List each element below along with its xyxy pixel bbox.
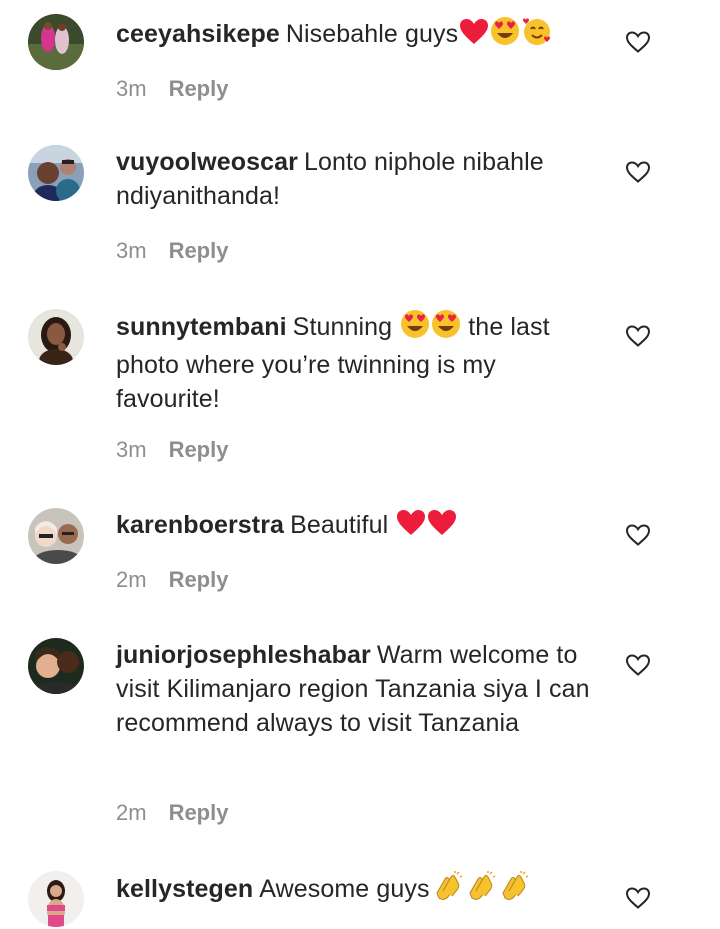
heart-eyes-emoji-icon [490,16,520,55]
comment-text: juniorjosephleshabar Warm welcome to visi… [116,638,606,740]
avatar[interactable] [28,871,84,927]
comment-username[interactable]: karenboerstra [116,511,284,539]
reply-button[interactable]: Reply [169,238,229,263]
like-heart-icon[interactable] [625,653,651,677]
heart-eyes-emoji-icon [400,309,430,348]
comment-meta: 2m Reply [116,563,228,597]
comment-meta: 3m Reply [116,433,228,467]
comment-body: Beautiful [290,511,389,539]
reply-button[interactable]: Reply [169,800,229,825]
like-heart-icon[interactable] [625,523,651,547]
comment-meta: 2m Reply [116,796,228,830]
smiling-face-with-hearts-icon [521,16,551,55]
comment-text: sunnytembani Stunning the last photo wher… [116,309,606,416]
heart-emoji-icon [427,509,457,546]
like-heart-icon[interactable] [625,160,651,184]
reply-button[interactable]: Reply [169,76,229,101]
comment-username[interactable]: vuyoolweoscar [116,148,298,176]
like-heart-icon[interactable] [625,886,651,910]
comment-timestamp: 3m [116,76,147,101]
like-heart-icon[interactable] [625,30,651,54]
like-heart-icon[interactable] [625,324,651,348]
comment-text: ceeyahsikepe Nisebahle guys [116,16,606,55]
clapping-hands-emoji-icon [464,871,496,910]
comment-body-start: Stunning [292,313,393,341]
comment-timestamp: 3m [116,437,147,462]
heart-emoji-icon [396,509,426,546]
comment-meta: 3m Reply [116,72,228,106]
avatar[interactable] [28,14,84,70]
clapping-hands-emoji-icon [431,871,463,910]
comment-timestamp: 2m [116,567,147,592]
comment-timestamp: 3m [116,238,147,263]
heart-emoji-icon [459,18,489,55]
avatar[interactable] [28,145,84,201]
comment-meta: 3m Reply [116,234,228,268]
comment-timestamp: 2m [116,800,147,825]
heart-eyes-emoji-icon [431,309,461,348]
comment-username[interactable]: ceeyahsikepe [116,20,280,48]
comment-username[interactable]: sunnytembani [116,313,287,341]
comment-body: Awesome guys [259,875,430,903]
comment-username[interactable]: kellystegen [116,875,253,903]
reply-button[interactable]: Reply [169,567,229,592]
avatar[interactable] [28,638,84,694]
comment-text: karenboerstra Beautiful [116,508,606,546]
avatar[interactable] [28,508,84,564]
comment-text: vuyoolweoscar Lonto niphole nibahle ndiya… [116,145,606,213]
comment-text: kellystegen Awesome guys [116,871,606,910]
comment-username[interactable]: juniorjosephleshabar [116,641,371,669]
reply-button[interactable]: Reply [169,437,229,462]
clapping-hands-emoji-icon [497,871,529,910]
comment-body: Nisebahle guys [285,20,459,48]
avatar[interactable] [28,309,84,365]
